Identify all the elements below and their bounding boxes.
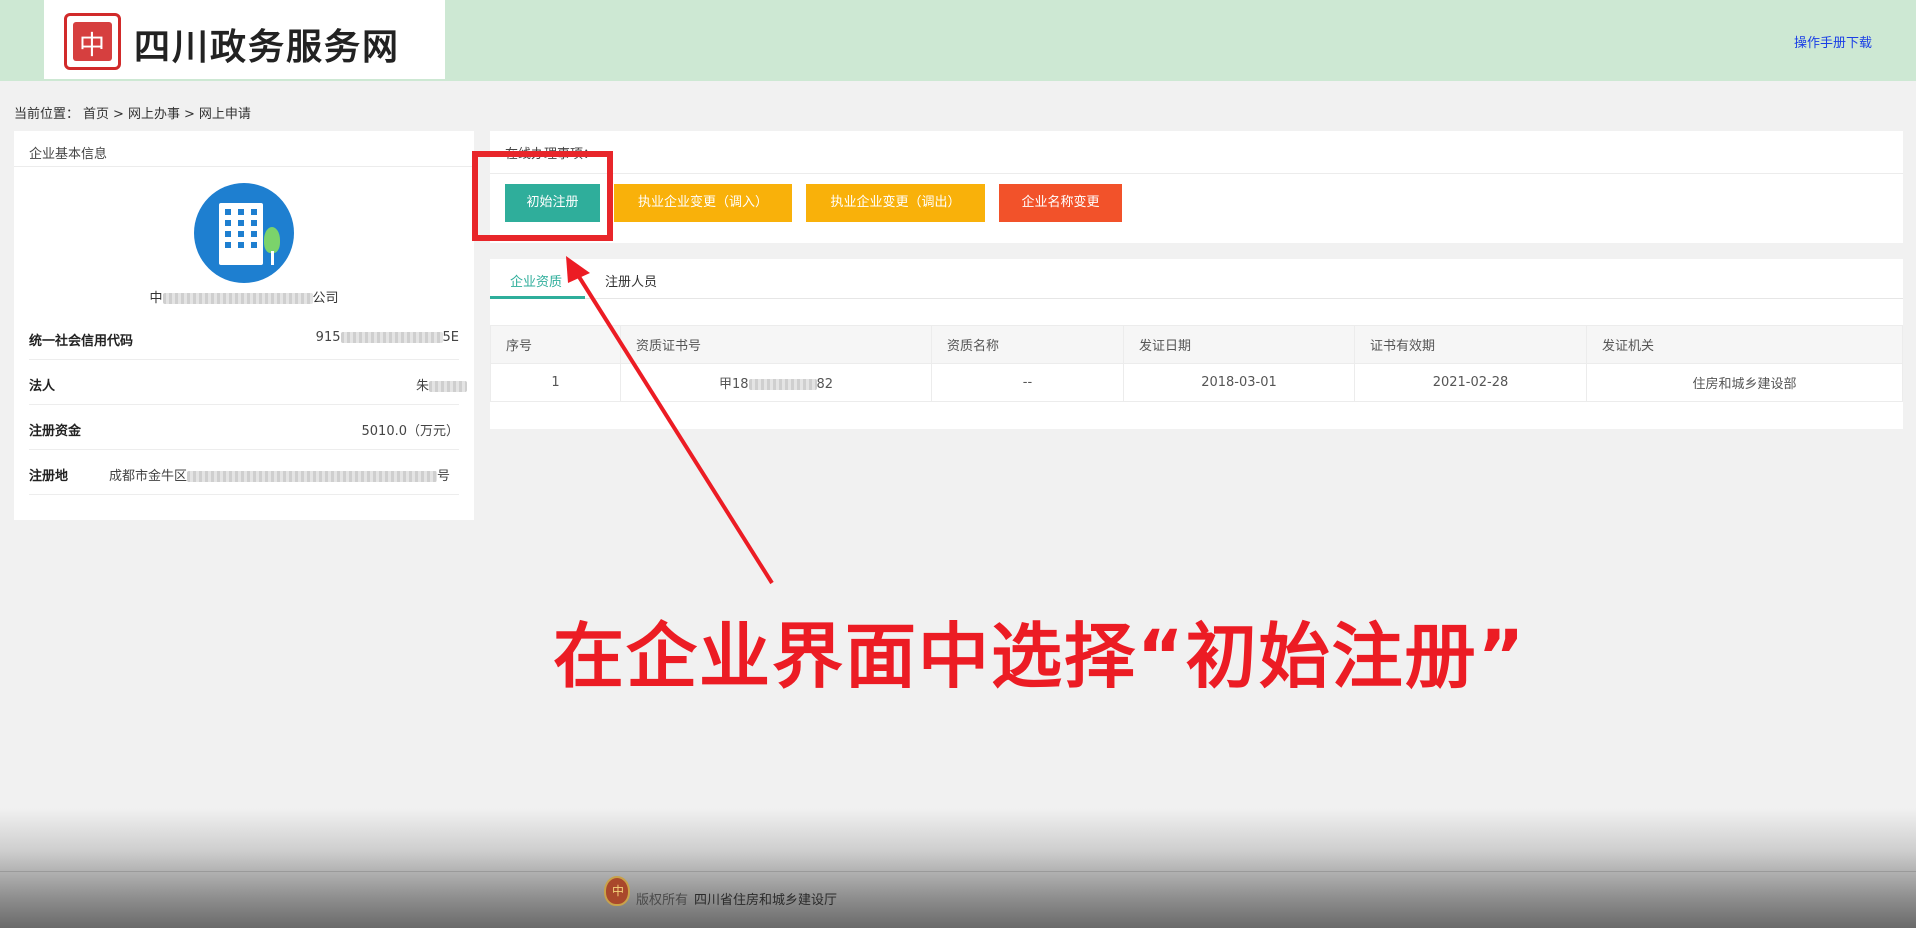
- legal-person-label: 法人: [29, 379, 56, 394]
- registered-capital-row: 注册资金 5010.0（万元）: [29, 405, 459, 450]
- company-name-change-button[interactable]: 企业名称变更: [999, 184, 1122, 222]
- footer-org-name: 四川省住房和城乡建设厅: [694, 893, 838, 908]
- breadcrumb-prefix: 当前位置：: [14, 107, 80, 122]
- col-cert-number: 资质证书号: [620, 325, 932, 364]
- site-header: 中 四川政务服务网 操作手册下载: [0, 0, 1916, 81]
- breadcrumb-home[interactable]: 首页: [83, 107, 109, 122]
- registered-capital-value: 5010.0（万元）: [361, 424, 460, 439]
- company-building-icon: [194, 183, 294, 283]
- cell-cert-number: 甲18 82: [620, 363, 932, 402]
- credit-code-row: 统一社会信用代码 915 5E: [29, 315, 459, 360]
- credit-code-label: 统一社会信用代码: [29, 334, 134, 349]
- breadcrumb-separator: >: [183, 107, 195, 122]
- tab-registered-staff[interactable]: 注册人员: [605, 271, 657, 290]
- registered-address-row: 注册地 成都市金牛区号: [29, 450, 459, 495]
- col-issuing-authority: 发证机关: [1586, 325, 1903, 364]
- footer-divider: [0, 871, 1916, 872]
- col-index: 序号: [490, 325, 621, 364]
- footer-copyright: 版权所有 四川省住房和城乡建设厅: [636, 889, 837, 908]
- tab-qualification[interactable]: 企业资质: [510, 271, 562, 290]
- cell-index: 1: [490, 363, 621, 402]
- registered-capital-label: 注册资金: [29, 424, 82, 439]
- divider: [14, 166, 474, 167]
- cell-issuing-authority: 住房和城乡建设部: [1586, 363, 1903, 402]
- company-change-in-button[interactable]: 执业企业变更（调入）: [614, 184, 792, 222]
- table-row[interactable]: 1 甲18 82 -- 2018-03-01 2021-02-28 住房和城乡建设…: [490, 363, 1903, 402]
- col-qualification-name: 资质名称: [931, 325, 1124, 364]
- online-operations-panel: 在线办理事项： 初始注册 执业企业变更（调入） 执业企业变更（调出） 企业名称变…: [490, 131, 1903, 243]
- panel-title: 企业基本信息: [29, 147, 108, 162]
- legal-person-value: 朱: [416, 375, 467, 394]
- company-name: 中公司: [149, 291, 339, 306]
- copyright-label: 版权所有: [636, 893, 689, 908]
- registered-address-value: 成都市金牛区号: [109, 469, 451, 484]
- emblem-icon: 中: [604, 876, 630, 906]
- qualification-table: 序号 资质证书号 资质名称 发证日期 证书有效期 发证机关 1 甲18 82 --…: [490, 325, 1903, 402]
- active-tab-indicator: [490, 296, 585, 299]
- seal-icon: 中: [64, 13, 121, 70]
- site-logo[interactable]: 中 四川政务服务网: [44, 0, 445, 79]
- redacted-text: [162, 293, 313, 304]
- site-title: 四川政务服务网: [134, 26, 401, 68]
- cell-issue-date: 2018-03-01: [1123, 363, 1355, 402]
- company-change-out-button[interactable]: 执业企业变更（调出）: [806, 184, 985, 222]
- registered-address-label: 注册地: [29, 469, 69, 484]
- company-info-panel: 企业基本信息 中公司 统一社会信用代码 915 5E 法人 朱 注册资金 5010…: [14, 131, 474, 520]
- qualification-tabs-panel: 企业资质 注册人员 序号 资质证书号 资质名称 发证日期 证书有效期 发证机关 …: [490, 259, 1903, 429]
- manual-download-link[interactable]: 操作手册下载: [1794, 32, 1872, 51]
- col-issue-date: 发证日期: [1123, 325, 1355, 364]
- table-header-row: 序号 资质证书号 资质名称 发证日期 证书有效期 发证机关: [490, 325, 1903, 364]
- breadcrumb: 当前位置： 首页 > 网上办事 > 网上申请: [14, 103, 255, 122]
- cell-valid-until: 2021-02-28: [1354, 363, 1587, 402]
- breadcrumb-separator: >: [113, 107, 124, 122]
- cell-qualification-name: --: [931, 363, 1124, 402]
- breadcrumb-online-apply: 网上申请: [198, 107, 251, 122]
- divider: [490, 173, 1903, 174]
- legal-person-row: 法人 朱: [29, 360, 467, 405]
- tabs-bar: 企业资质 注册人员: [490, 259, 1903, 299]
- annotation-highlight-box: [472, 151, 613, 241]
- annotation-caption: 在企业界面中选择“初始注册”: [553, 615, 1527, 698]
- credit-code-value: 915 5E: [315, 330, 459, 345]
- col-valid-until: 证书有效期: [1354, 325, 1587, 364]
- site-footer: [0, 808, 1916, 928]
- breadcrumb-online-service[interactable]: 网上办事: [128, 107, 180, 122]
